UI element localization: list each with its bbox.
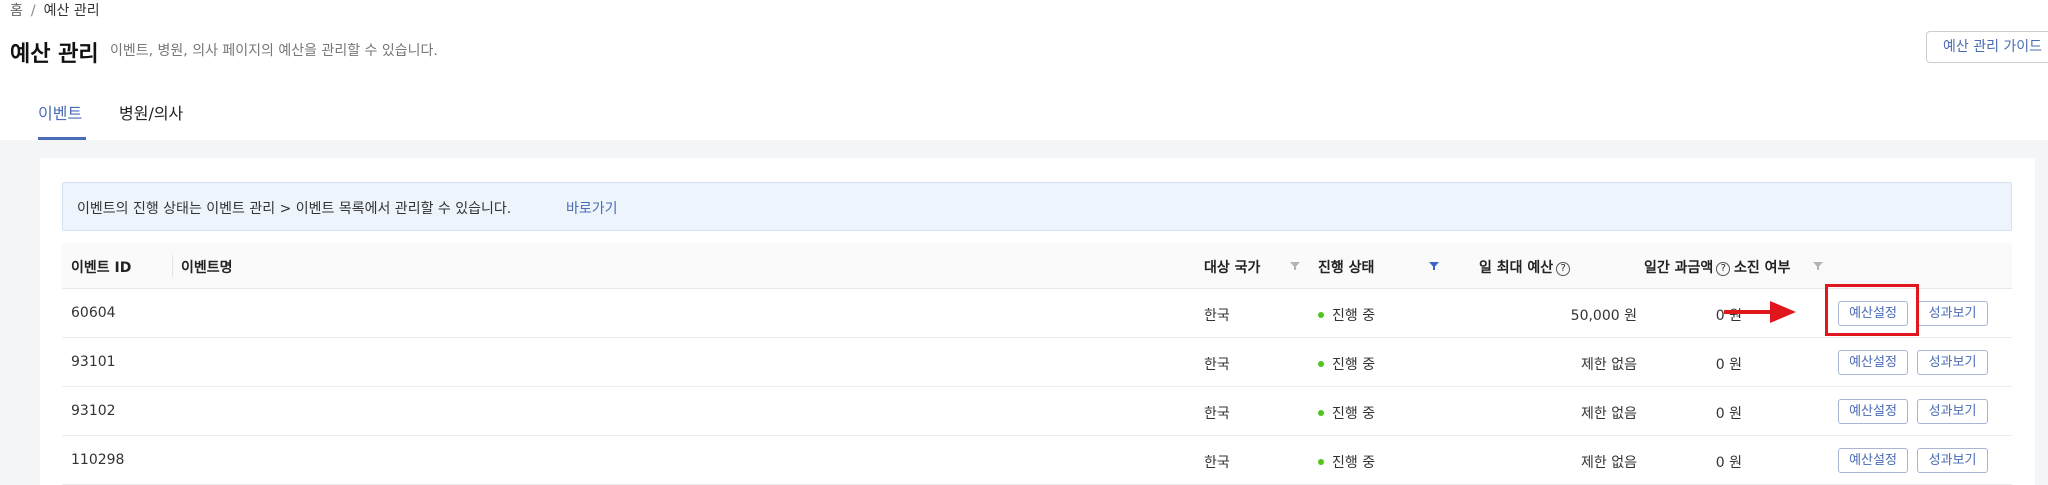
- annotation-highlight-box: [1825, 284, 1919, 336]
- breadcrumb: 홈 / 예산 관리: [10, 0, 100, 20]
- event-id-cell: 93101: [71, 354, 116, 370]
- table-row: 110298 한국 진행 중 제한 없음 0 원 예산설정 성과보기: [62, 436, 2012, 485]
- country-cell: 한국: [1204, 357, 1230, 373]
- daily-budget-cell: 제한 없음: [1581, 406, 1637, 422]
- daily-budget-cell: 50,000 원: [1570, 308, 1637, 324]
- country-cell: 한국: [1204, 406, 1230, 422]
- page-description: 이벤트, 병원, 의사 페이지의 예산을 관리할 수 있습니다.: [110, 43, 438, 59]
- event-id-cell: 93102: [71, 403, 116, 419]
- status-cell: 진행 중: [1318, 403, 1375, 423]
- column-exhausted: 소진 여부: [1734, 260, 1791, 276]
- status-cell: 진행 중: [1318, 452, 1375, 472]
- exhausted-filter-icon[interactable]: [1812, 260, 1824, 272]
- status-cell: 진행 중: [1318, 305, 1375, 325]
- column-daily-charge-label: 일간 과금액: [1644, 260, 1714, 276]
- view-performance-button[interactable]: 성과보기: [1917, 399, 1988, 424]
- column-event-id: 이벤트 ID: [71, 260, 132, 276]
- column-daily-max-budget-label: 일 최대 예산: [1479, 260, 1554, 276]
- status-filter-icon[interactable]: [1428, 260, 1440, 272]
- breadcrumb-home[interactable]: 홈: [10, 3, 23, 19]
- daily-charge-help-icon[interactable]: ?: [1716, 262, 1731, 276]
- table-row: 60604 한국 진행 중 50,000 원 0 원 예산설정 성과보기: [62, 289, 2012, 338]
- status-dot-icon: [1318, 459, 1324, 465]
- status-text: 진행 중: [1332, 406, 1376, 422]
- event-id-cell: 110298: [71, 452, 125, 468]
- budget-setting-button[interactable]: 예산설정: [1838, 448, 1908, 473]
- view-performance-button[interactable]: 성과보기: [1917, 350, 1988, 375]
- column-country: 대상 국가: [1204, 260, 1261, 276]
- view-performance-button[interactable]: 성과보기: [1917, 301, 1988, 326]
- tab-hospital-doctor[interactable]: 병원/의사: [119, 100, 183, 124]
- column-daily-max-budget: 일 최대 예산?: [1479, 257, 1571, 277]
- status-dot-icon: [1318, 361, 1324, 367]
- status-text: 진행 중: [1332, 357, 1376, 373]
- budget-setting-button[interactable]: 예산설정: [1838, 399, 1908, 424]
- status-cell: 진행 중: [1318, 354, 1375, 374]
- breadcrumb-separator: /: [30, 3, 36, 19]
- event-id-cell: 60604: [71, 305, 116, 321]
- status-dot-icon: [1318, 312, 1324, 318]
- status-text: 진행 중: [1332, 308, 1376, 324]
- breadcrumb-current: 예산 관리: [43, 3, 100, 19]
- budget-guide-button[interactable]: 예산 관리 가이드: [1926, 31, 2048, 63]
- table-row: 93101 한국 진행 중 제한 없음 0 원 예산설정 성과보기: [62, 338, 2012, 387]
- tab-events[interactable]: 이벤트: [38, 100, 82, 124]
- column-divider: [172, 255, 173, 277]
- daily-budget-help-icon[interactable]: ?: [1556, 262, 1571, 276]
- daily-charge-cell: 0 원: [1715, 455, 1742, 471]
- notice-banner: 이벤트의 진행 상태는 이벤트 관리 > 이벤트 목록에서 관리할 수 있습니다…: [62, 182, 2012, 231]
- country-cell: 한국: [1204, 308, 1230, 324]
- notice-text: 이벤트의 진행 상태는 이벤트 관리 > 이벤트 목록에서 관리할 수 있습니다…: [77, 201, 512, 217]
- status-dot-icon: [1318, 410, 1324, 416]
- daily-charge-cell: 0 원: [1715, 406, 1742, 422]
- daily-budget-cell: 제한 없음: [1581, 357, 1637, 373]
- country-cell: 한국: [1204, 455, 1230, 471]
- column-event-name: 이벤트명: [181, 260, 233, 276]
- table-row: 93102 한국 진행 중 제한 없음 0 원 예산설정 성과보기: [62, 387, 2012, 436]
- view-performance-button[interactable]: 성과보기: [1917, 448, 1988, 473]
- budget-setting-button[interactable]: 예산설정: [1838, 350, 1908, 375]
- column-daily-charge: 일간 과금액?: [1644, 257, 1731, 277]
- country-filter-icon[interactable]: [1289, 260, 1301, 272]
- page-title: 예산 관리: [10, 42, 99, 67]
- status-text: 진행 중: [1332, 455, 1376, 471]
- red-arrow-icon: [1724, 301, 1796, 323]
- daily-budget-cell: 제한 없음: [1581, 455, 1637, 471]
- daily-charge-cell: 0 원: [1715, 357, 1742, 373]
- table-header: 이벤트 ID 이벤트명 대상 국가 진행 상태 일 최대 예산? 일간 과금액?…: [62, 243, 2012, 289]
- column-status: 진행 상태: [1318, 260, 1375, 276]
- notice-shortcut-link[interactable]: 바로가기: [566, 198, 618, 218]
